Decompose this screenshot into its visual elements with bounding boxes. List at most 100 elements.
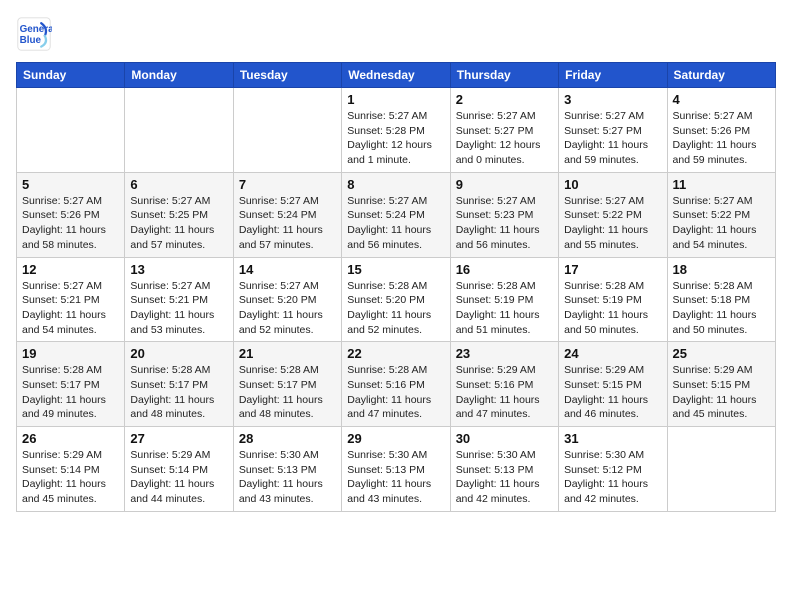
day-info: Sunrise: 5:27 AMSunset: 5:23 PMDaylight:…	[456, 194, 553, 253]
day-number: 5	[22, 177, 119, 192]
calendar-cell	[125, 88, 233, 173]
calendar-cell: 4Sunrise: 5:27 AMSunset: 5:26 PMDaylight…	[667, 88, 775, 173]
day-info: Sunrise: 5:29 AMSunset: 5:15 PMDaylight:…	[564, 363, 661, 422]
day-number: 31	[564, 431, 661, 446]
calendar-cell: 29 Sunrise: 5:30 AMSunset: 5:13 PMDayligh…	[342, 427, 450, 512]
day-number: 30	[456, 431, 553, 446]
weekday-header-wednesday: Wednesday	[342, 63, 450, 88]
week-row-1: 1Sunrise: 5:27 AMSunset: 5:28 PMDaylight…	[17, 88, 776, 173]
day-info: Sunrise: 5:30 AMSunset: 5:13 PMDaylight:…	[239, 448, 336, 507]
day-number: 6	[130, 177, 227, 192]
day-info: Sunrise: 5:28 AMSunset: 5:18 PMDaylight:…	[673, 279, 770, 338]
week-row-5: 26 Sunrise: 5:29 AMSunset: 5:14 PMDayligh…	[17, 427, 776, 512]
day-number: 23	[456, 346, 553, 361]
day-number: 18	[673, 262, 770, 277]
calendar-cell: 13Sunrise: 5:27 AMSunset: 5:21 PMDayligh…	[125, 257, 233, 342]
day-info: Sunrise: 5:28 AMSunset: 5:19 PMDaylight:…	[564, 279, 661, 338]
logo: General Blue	[16, 16, 56, 52]
calendar-cell: 24 Sunrise: 5:29 AMSunset: 5:15 PMDayligh…	[559, 342, 667, 427]
weekday-header-monday: Monday	[125, 63, 233, 88]
week-row-3: 12 Sunrise: 5:27 AMSunset: 5:21 PMDayligh…	[17, 257, 776, 342]
calendar-table: SundayMondayTuesdayWednesdayThursdayFrid…	[16, 62, 776, 512]
day-number: 10	[564, 177, 661, 192]
calendar-cell: 21 Sunrise: 5:28 AMSunset: 5:17 PMDayligh…	[233, 342, 341, 427]
calendar-cell: 23 Sunrise: 5:29 AMSunset: 5:16 PMDayligh…	[450, 342, 558, 427]
calendar-cell: 11 Sunrise: 5:27 AMSunset: 5:22 PMDayligh…	[667, 172, 775, 257]
calendar-cell: 27 Sunrise: 5:29 AMSunset: 5:14 PMDayligh…	[125, 427, 233, 512]
day-number: 2	[456, 92, 553, 107]
day-number: 11	[673, 177, 770, 192]
day-number: 22	[347, 346, 444, 361]
weekday-header-row: SundayMondayTuesdayWednesdayThursdayFrid…	[17, 63, 776, 88]
day-number: 13	[130, 262, 227, 277]
day-number: 14	[239, 262, 336, 277]
calendar-cell: 31Sunrise: 5:30 AMSunset: 5:12 PMDayligh…	[559, 427, 667, 512]
day-number: 3	[564, 92, 661, 107]
page-header: General Blue	[16, 16, 776, 52]
day-info: Sunrise: 5:29 AMSunset: 5:14 PMDaylight:…	[130, 448, 227, 507]
day-info: Sunrise: 5:27 AMSunset: 5:21 PMDaylight:…	[22, 279, 119, 338]
day-info: Sunrise: 5:28 AMSunset: 5:17 PMDaylight:…	[130, 363, 227, 422]
day-number: 26	[22, 431, 119, 446]
day-number: 24	[564, 346, 661, 361]
weekday-header-tuesday: Tuesday	[233, 63, 341, 88]
day-info: Sunrise: 5:28 AMSunset: 5:17 PMDaylight:…	[22, 363, 119, 422]
day-number: 21	[239, 346, 336, 361]
weekday-header-friday: Friday	[559, 63, 667, 88]
day-number: 15	[347, 262, 444, 277]
day-info: Sunrise: 5:27 AMSunset: 5:26 PMDaylight:…	[22, 194, 119, 253]
calendar-cell: 12 Sunrise: 5:27 AMSunset: 5:21 PMDayligh…	[17, 257, 125, 342]
calendar-cell: 15 Sunrise: 5:28 AMSunset: 5:20 PMDayligh…	[342, 257, 450, 342]
day-info: Sunrise: 5:27 AMSunset: 5:22 PMDaylight:…	[673, 194, 770, 253]
calendar-cell: 7 Sunrise: 5:27 AMSunset: 5:24 PMDaylight…	[233, 172, 341, 257]
day-number: 27	[130, 431, 227, 446]
day-info: Sunrise: 5:27 AMSunset: 5:27 PMDaylight:…	[456, 109, 553, 168]
calendar-cell: 6 Sunrise: 5:27 AMSunset: 5:25 PMDaylight…	[125, 172, 233, 257]
day-number: 12	[22, 262, 119, 277]
day-number: 4	[673, 92, 770, 107]
calendar-cell: 2 Sunrise: 5:27 AMSunset: 5:27 PMDaylight…	[450, 88, 558, 173]
calendar-cell: 14 Sunrise: 5:27 AMSunset: 5:20 PMDayligh…	[233, 257, 341, 342]
day-info: Sunrise: 5:28 AMSunset: 5:20 PMDaylight:…	[347, 279, 444, 338]
calendar-cell: 25 Sunrise: 5:29 AMSunset: 5:15 PMDayligh…	[667, 342, 775, 427]
day-number: 19	[22, 346, 119, 361]
day-number: 20	[130, 346, 227, 361]
day-info: Sunrise: 5:30 AMSunset: 5:13 PMDaylight:…	[347, 448, 444, 507]
day-number: 28	[239, 431, 336, 446]
calendar-cell: 16Sunrise: 5:28 AMSunset: 5:19 PMDayligh…	[450, 257, 558, 342]
calendar-cell: 3 Sunrise: 5:27 AMSunset: 5:27 PMDaylight…	[559, 88, 667, 173]
calendar-cell: 19 Sunrise: 5:28 AMSunset: 5:17 PMDayligh…	[17, 342, 125, 427]
calendar-cell: 5 Sunrise: 5:27 AMSunset: 5:26 PMDaylight…	[17, 172, 125, 257]
day-info: Sunrise: 5:28 AMSunset: 5:17 PMDaylight:…	[239, 363, 336, 422]
day-info: Sunrise: 5:30 AMSunset: 5:13 PMDaylight:…	[456, 448, 553, 507]
weekday-header-saturday: Saturday	[667, 63, 775, 88]
calendar-cell: 20 Sunrise: 5:28 AMSunset: 5:17 PMDayligh…	[125, 342, 233, 427]
day-info: Sunrise: 5:29 AMSunset: 5:15 PMDaylight:…	[673, 363, 770, 422]
calendar-cell	[667, 427, 775, 512]
day-number: 7	[239, 177, 336, 192]
day-info: Sunrise: 5:28 AMSunset: 5:16 PMDaylight:…	[347, 363, 444, 422]
weekday-header-thursday: Thursday	[450, 63, 558, 88]
logo-icon: General Blue	[16, 16, 52, 52]
day-number: 1	[347, 92, 444, 107]
day-info: Sunrise: 5:27 AMSunset: 5:27 PMDaylight:…	[564, 109, 661, 168]
day-number: 29	[347, 431, 444, 446]
day-number: 17	[564, 262, 661, 277]
calendar-cell: 17 Sunrise: 5:28 AMSunset: 5:19 PMDayligh…	[559, 257, 667, 342]
day-info: Sunrise: 5:27 AMSunset: 5:20 PMDaylight:…	[239, 279, 336, 338]
day-info: Sunrise: 5:27 AMSunset: 5:25 PMDaylight:…	[130, 194, 227, 253]
calendar-cell: 30 Sunrise: 5:30 AMSunset: 5:13 PMDayligh…	[450, 427, 558, 512]
svg-text:Blue: Blue	[20, 35, 42, 46]
calendar-cell: 8 Sunrise: 5:27 AMSunset: 5:24 PMDaylight…	[342, 172, 450, 257]
day-info: Sunrise: 5:29 AMSunset: 5:16 PMDaylight:…	[456, 363, 553, 422]
day-info: Sunrise: 5:27 AMSunset: 5:24 PMDaylight:…	[347, 194, 444, 253]
calendar-cell: 1Sunrise: 5:27 AMSunset: 5:28 PMDaylight…	[342, 88, 450, 173]
calendar-cell	[233, 88, 341, 173]
day-number: 25	[673, 346, 770, 361]
day-info: Sunrise: 5:27 AMSunset: 5:22 PMDaylight:…	[564, 194, 661, 253]
day-info: Sunrise: 5:27 AMSunset: 5:24 PMDaylight:…	[239, 194, 336, 253]
week-row-4: 19 Sunrise: 5:28 AMSunset: 5:17 PMDayligh…	[17, 342, 776, 427]
day-number: 16	[456, 262, 553, 277]
day-number: 8	[347, 177, 444, 192]
calendar-cell	[17, 88, 125, 173]
